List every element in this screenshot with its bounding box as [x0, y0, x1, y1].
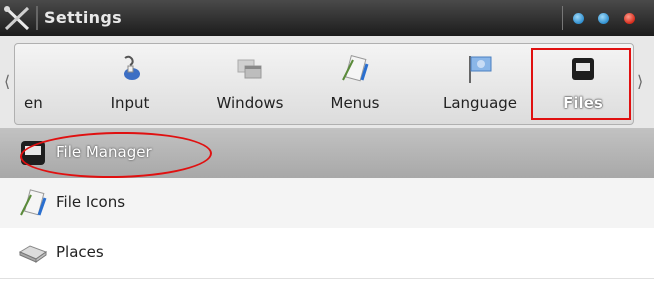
list-item-label: File Icons	[56, 193, 126, 211]
keyboard-icon	[124, 55, 140, 80]
tools-icon	[4, 6, 30, 31]
toolbar-item-label: Language	[442, 94, 518, 112]
title-separator-right	[562, 6, 563, 30]
scroll-right-arrow[interactable]: ⟩	[637, 72, 643, 91]
minimize-button[interactable]	[573, 13, 584, 24]
list-item-file-icons[interactable]: File Icons	[0, 178, 654, 228]
close-button[interactable]	[624, 13, 635, 24]
scroll-left-arrow[interactable]: ⟨	[4, 72, 10, 91]
title-separator	[36, 6, 38, 30]
toolbar-item-label: Windows	[216, 94, 284, 112]
screen-icon	[14, 54, 39, 84]
maximize-button[interactable]	[598, 13, 609, 24]
files-highlight-annotation	[531, 48, 631, 120]
list-item-places[interactable]: Places	[0, 228, 654, 279]
windows-icon	[237, 59, 262, 79]
flag-icon	[469, 56, 492, 83]
menu-editor-icon	[342, 54, 369, 82]
drive-icon	[18, 245, 48, 263]
file-icons-icon	[20, 189, 47, 216]
toolbar-item-label: en	[24, 94, 43, 112]
toolbar-item-label: Menus	[330, 94, 380, 112]
toolbar-item-language[interactable]: Language	[425, 44, 535, 124]
title-bar: Settings	[0, 0, 654, 36]
toolbar-item-menus[interactable]: Menus	[315, 44, 395, 124]
toolbar-item-windows[interactable]: Windows	[195, 44, 305, 124]
toolbar-item-input[interactable]: Input	[85, 44, 175, 124]
window-title: Settings	[44, 8, 122, 27]
toolbar-item-screen[interactable]: en	[14, 44, 65, 124]
list-item-label: Places	[56, 243, 104, 261]
toolbar-item-label: Input	[110, 94, 150, 112]
